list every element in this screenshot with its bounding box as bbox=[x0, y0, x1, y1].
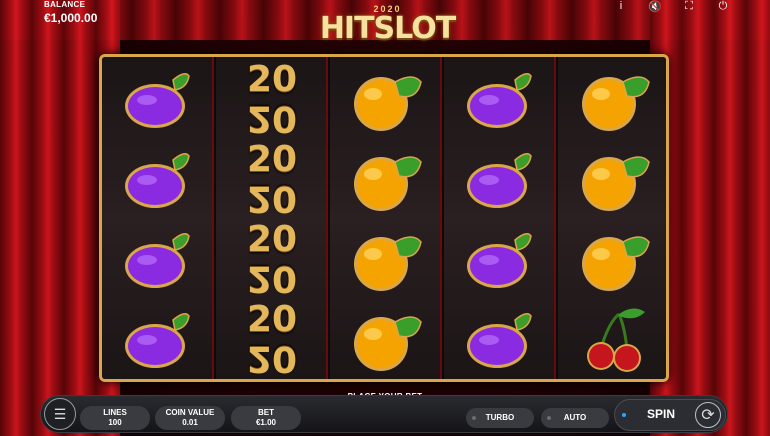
reel-2020-top-text: 20 bbox=[246, 139, 298, 180]
reel-symbol-orange bbox=[558, 139, 666, 219]
orange-icon bbox=[582, 156, 650, 211]
reels-frame: 20 20 20 20 20 20 20 20 bbox=[99, 54, 669, 382]
reel-2020-mirror-text: 20 bbox=[246, 338, 298, 379]
plum-icon bbox=[125, 73, 190, 128]
turbo-label: TURBO bbox=[485, 413, 515, 422]
balance-display: BALANCE €1,000.00 bbox=[44, 0, 98, 25]
lines-selector[interactable]: LINES 100 bbox=[80, 406, 150, 430]
logo-name: HITSLOT bbox=[319, 11, 456, 46]
orange-icon bbox=[582, 236, 650, 291]
balance-label: BALANCE bbox=[44, 0, 86, 9]
bet-label: BET bbox=[258, 408, 274, 417]
reel-1 bbox=[102, 57, 214, 379]
reel-2020-mirror-text: 20 bbox=[246, 178, 298, 219]
reel-3 bbox=[330, 57, 442, 379]
reel-symbol-orange bbox=[558, 219, 666, 299]
plum-icon bbox=[467, 73, 532, 128]
reel-symbol-2020: 20 20 bbox=[216, 219, 328, 300]
reel-symbol-plum bbox=[444, 59, 556, 139]
plum-icon bbox=[467, 153, 532, 208]
plum-icon bbox=[125, 153, 190, 208]
spin-indicator-icon bbox=[622, 413, 626, 417]
reel-symbol-orange bbox=[330, 59, 442, 139]
reel-2020-mirror-text: 20 bbox=[246, 258, 298, 299]
reel-symbol-plum bbox=[102, 219, 214, 299]
reel-symbol-2020: 20 20 bbox=[216, 59, 328, 140]
reel-symbol-plum bbox=[102, 299, 214, 379]
plum-icon bbox=[125, 313, 190, 368]
reel-symbol-plum bbox=[444, 219, 556, 299]
hamburger-icon: ☰ bbox=[53, 405, 67, 422]
reel-5 bbox=[558, 57, 666, 379]
reel-symbol-plum bbox=[102, 139, 214, 219]
reel-symbol-2020: 20 20 bbox=[216, 139, 328, 220]
auto-indicator-icon bbox=[547, 416, 551, 420]
reel-symbol-orange bbox=[330, 299, 442, 379]
reel-4 bbox=[444, 57, 556, 379]
game-logo: 2020 HITSLOT bbox=[315, 4, 460, 48]
top-icon-bar: i 🔇 ⛶ ⏻ bbox=[614, 0, 730, 13]
mute-icon[interactable]: 🔇 bbox=[648, 0, 662, 13]
orange-icon bbox=[354, 156, 422, 211]
orange-icon bbox=[354, 76, 422, 131]
cherries-icon bbox=[587, 308, 645, 372]
auto-label: AUTO bbox=[563, 413, 587, 422]
reel-symbol-cherries bbox=[558, 299, 666, 379]
plum-icon bbox=[125, 233, 190, 288]
spin-label: SPIN bbox=[647, 407, 676, 421]
plum-icon bbox=[467, 313, 532, 368]
fullscreen-icon[interactable]: ⛶ bbox=[682, 0, 696, 13]
reel-2: 20 20 20 20 20 20 20 20 bbox=[216, 57, 328, 379]
coin-value-selector[interactable]: COIN VALUE 0.01 bbox=[155, 406, 225, 430]
lines-label: LINES bbox=[103, 408, 127, 417]
reel-symbol-plum bbox=[102, 59, 214, 139]
coin-value-label: COIN VALUE bbox=[165, 408, 215, 417]
spin-arrows-icon: ⟳ bbox=[695, 402, 721, 428]
spin-button[interactable]: SPIN ⟳ bbox=[614, 399, 726, 431]
turbo-indicator-icon bbox=[472, 416, 476, 420]
bet-selector[interactable]: BET €1.00 bbox=[231, 406, 301, 430]
reel-2020-top-text: 20 bbox=[246, 219, 298, 260]
power-icon[interactable]: ⏻ bbox=[716, 0, 730, 13]
plum-icon bbox=[467, 233, 532, 288]
lines-value: 100 bbox=[108, 418, 122, 427]
coin-value-value: 0.01 bbox=[182, 418, 198, 427]
reel-symbol-orange bbox=[330, 139, 442, 219]
reel-symbol-plum bbox=[444, 139, 556, 219]
orange-icon bbox=[354, 236, 422, 291]
reel-2020-mirror-text: 20 bbox=[246, 98, 298, 139]
auto-button[interactable]: AUTO bbox=[541, 408, 609, 428]
orange-icon bbox=[582, 76, 650, 131]
bet-value: €1.00 bbox=[255, 418, 277, 427]
reel-symbol-orange bbox=[330, 219, 442, 299]
reel-2020-top-text: 20 bbox=[246, 59, 298, 100]
info-icon[interactable]: i bbox=[614, 0, 628, 13]
turbo-button[interactable]: TURBO bbox=[466, 408, 534, 428]
orange-icon bbox=[354, 316, 422, 371]
balance-value: €1,000.00 bbox=[44, 11, 98, 25]
reel-2020-top-text: 20 bbox=[246, 299, 298, 340]
reel-symbol-orange bbox=[558, 59, 666, 139]
reel-symbol-2020: 20 20 bbox=[216, 299, 328, 380]
reel-symbol-plum bbox=[444, 299, 556, 379]
menu-button[interactable]: ☰ bbox=[44, 398, 76, 430]
